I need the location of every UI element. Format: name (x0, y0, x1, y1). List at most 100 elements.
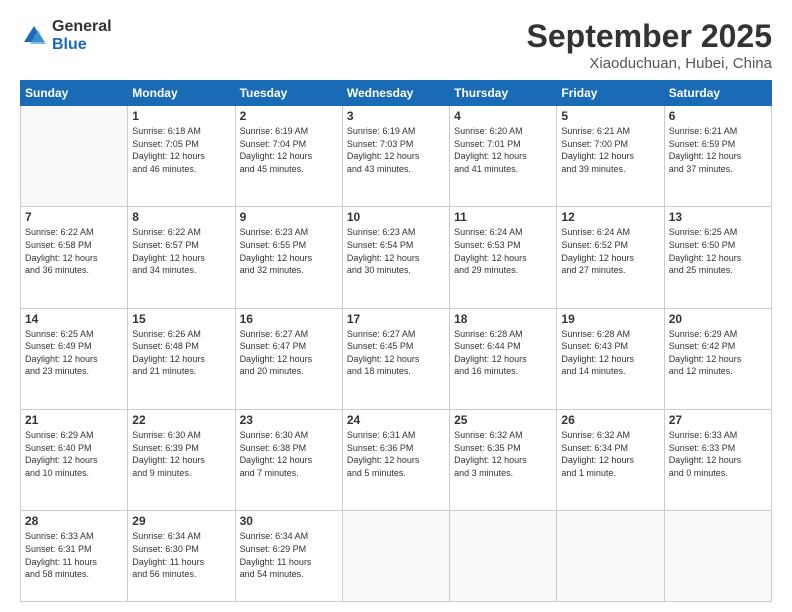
day-info: Sunrise: 6:25 AM Sunset: 6:49 PM Dayligh… (25, 328, 123, 378)
day-number: 8 (132, 210, 230, 224)
calendar-cell: 12 Sunrise: 6:24 AM Sunset: 6:52 PM Dayli… (557, 207, 664, 308)
day-number: 6 (669, 109, 767, 123)
day-number: 23 (240, 413, 338, 427)
day-info: Sunrise: 6:34 AM Sunset: 6:29 PM Dayligh… (240, 530, 338, 580)
weekday-monday: Monday (128, 81, 235, 106)
day-info: Sunrise: 6:28 AM Sunset: 6:43 PM Dayligh… (561, 328, 659, 378)
day-info: Sunrise: 6:22 AM Sunset: 6:57 PM Dayligh… (132, 226, 230, 276)
day-info: Sunrise: 6:23 AM Sunset: 6:54 PM Dayligh… (347, 226, 445, 276)
page: General Blue September 2025 Xiaoduchuan,… (0, 0, 792, 612)
day-number: 11 (454, 210, 552, 224)
day-number: 21 (25, 413, 123, 427)
day-info: Sunrise: 6:24 AM Sunset: 6:53 PM Dayligh… (454, 226, 552, 276)
calendar-cell (342, 511, 449, 602)
logo-icon (20, 22, 48, 50)
calendar-cell: 16 Sunrise: 6:27 AM Sunset: 6:47 PM Dayli… (235, 308, 342, 409)
calendar-cell: 2Sunrise: 6:19 AM Sunset: 7:04 PM Daylig… (235, 106, 342, 207)
calendar-cell: 27Sunrise: 6:33 AM Sunset: 6:33 PM Dayli… (664, 409, 771, 510)
week-row-3: 21 Sunrise: 6:29 AM Sunset: 6:40 PM Dayli… (21, 409, 772, 510)
calendar-cell: 23 Sunrise: 6:30 AM Sunset: 6:38 PM Dayli… (235, 409, 342, 510)
calendar-cell: 1 Sunrise: 6:18 AM Sunset: 7:05 PM Daylig… (128, 106, 235, 207)
logo-blue: Blue (52, 36, 112, 54)
day-number: 5 (561, 109, 659, 123)
day-number: 30 (240, 514, 338, 528)
calendar-cell: 25Sunrise: 6:32 AM Sunset: 6:35 PM Dayli… (450, 409, 557, 510)
calendar-cell: 5 Sunrise: 6:21 AM Sunset: 7:00 PM Daylig… (557, 106, 664, 207)
day-number: 22 (132, 413, 230, 427)
day-info: Sunrise: 6:29 AM Sunset: 6:42 PM Dayligh… (669, 328, 767, 378)
weekday-wednesday: Wednesday (342, 81, 449, 106)
day-info: Sunrise: 6:32 AM Sunset: 6:34 PM Dayligh… (561, 429, 659, 479)
header: General Blue September 2025 Xiaoduchuan,… (20, 18, 772, 72)
calendar-cell: 3 Sunrise: 6:19 AM Sunset: 7:03 PM Daylig… (342, 106, 449, 207)
calendar-cell: 15Sunrise: 6:26 AM Sunset: 6:48 PM Dayli… (128, 308, 235, 409)
logo-general: General (52, 18, 112, 36)
calendar-cell: 28Sunrise: 6:33 AM Sunset: 6:31 PM Dayli… (21, 511, 128, 602)
calendar-cell: 18 Sunrise: 6:28 AM Sunset: 6:44 PM Dayli… (450, 308, 557, 409)
day-info: Sunrise: 6:28 AM Sunset: 6:44 PM Dayligh… (454, 328, 552, 378)
calendar-cell (664, 511, 771, 602)
day-number: 26 (561, 413, 659, 427)
calendar-cell: 6 Sunrise: 6:21 AM Sunset: 6:59 PM Daylig… (664, 106, 771, 207)
calendar-cell: 4 Sunrise: 6:20 AM Sunset: 7:01 PM Daylig… (450, 106, 557, 207)
weekday-friday: Friday (557, 81, 664, 106)
day-number: 4 (454, 109, 552, 123)
calendar-cell (450, 511, 557, 602)
day-number: 19 (561, 312, 659, 326)
calendar-cell: 17 Sunrise: 6:27 AM Sunset: 6:45 PM Dayli… (342, 308, 449, 409)
day-number: 3 (347, 109, 445, 123)
calendar-cell: 30 Sunrise: 6:34 AM Sunset: 6:29 PM Dayli… (235, 511, 342, 602)
calendar-cell: 20 Sunrise: 6:29 AM Sunset: 6:42 PM Dayli… (664, 308, 771, 409)
day-number: 7 (25, 210, 123, 224)
day-info: Sunrise: 6:18 AM Sunset: 7:05 PM Dayligh… (132, 125, 230, 175)
day-info: Sunrise: 6:27 AM Sunset: 6:47 PM Dayligh… (240, 328, 338, 378)
month-title: September 2025 (527, 18, 772, 55)
calendar-cell: 7 Sunrise: 6:22 AM Sunset: 6:58 PM Daylig… (21, 207, 128, 308)
day-info: Sunrise: 6:21 AM Sunset: 7:00 PM Dayligh… (561, 125, 659, 175)
logo-text: General Blue (52, 18, 112, 53)
weekday-sunday: Sunday (21, 81, 128, 106)
calendar-table: SundayMondayTuesdayWednesdayThursdayFrid… (20, 80, 772, 602)
day-number: 18 (454, 312, 552, 326)
calendar-cell: 29Sunrise: 6:34 AM Sunset: 6:30 PM Dayli… (128, 511, 235, 602)
day-number: 13 (669, 210, 767, 224)
logo: General Blue (20, 18, 112, 53)
day-info: Sunrise: 6:32 AM Sunset: 6:35 PM Dayligh… (454, 429, 552, 479)
day-info: Sunrise: 6:19 AM Sunset: 7:03 PM Dayligh… (347, 125, 445, 175)
day-number: 24 (347, 413, 445, 427)
day-number: 9 (240, 210, 338, 224)
day-info: Sunrise: 6:20 AM Sunset: 7:01 PM Dayligh… (454, 125, 552, 175)
day-info: Sunrise: 6:23 AM Sunset: 6:55 PM Dayligh… (240, 226, 338, 276)
week-row-1: 7 Sunrise: 6:22 AM Sunset: 6:58 PM Daylig… (21, 207, 772, 308)
calendar-cell: 22Sunrise: 6:30 AM Sunset: 6:39 PM Dayli… (128, 409, 235, 510)
calendar-cell (557, 511, 664, 602)
day-info: Sunrise: 6:22 AM Sunset: 6:58 PM Dayligh… (25, 226, 123, 276)
day-info: Sunrise: 6:29 AM Sunset: 6:40 PM Dayligh… (25, 429, 123, 479)
day-number: 16 (240, 312, 338, 326)
week-row-0: 1 Sunrise: 6:18 AM Sunset: 7:05 PM Daylig… (21, 106, 772, 207)
day-number: 17 (347, 312, 445, 326)
weekday-header-row: SundayMondayTuesdayWednesdayThursdayFrid… (21, 81, 772, 106)
day-info: Sunrise: 6:21 AM Sunset: 6:59 PM Dayligh… (669, 125, 767, 175)
day-number: 20 (669, 312, 767, 326)
day-info: Sunrise: 6:30 AM Sunset: 6:38 PM Dayligh… (240, 429, 338, 479)
day-info: Sunrise: 6:27 AM Sunset: 6:45 PM Dayligh… (347, 328, 445, 378)
calendar-cell: 10 Sunrise: 6:23 AM Sunset: 6:54 PM Dayli… (342, 207, 449, 308)
day-number: 29 (132, 514, 230, 528)
day-info: Sunrise: 6:33 AM Sunset: 6:33 PM Dayligh… (669, 429, 767, 479)
day-info: Sunrise: 6:25 AM Sunset: 6:50 PM Dayligh… (669, 226, 767, 276)
week-row-4: 28Sunrise: 6:33 AM Sunset: 6:31 PM Dayli… (21, 511, 772, 602)
weekday-saturday: Saturday (664, 81, 771, 106)
calendar-cell: 8 Sunrise: 6:22 AM Sunset: 6:57 PM Daylig… (128, 207, 235, 308)
day-number: 10 (347, 210, 445, 224)
day-number: 12 (561, 210, 659, 224)
calendar-cell: 19 Sunrise: 6:28 AM Sunset: 6:43 PM Dayli… (557, 308, 664, 409)
day-number: 1 (132, 109, 230, 123)
day-number: 28 (25, 514, 123, 528)
title-block: September 2025 Xiaoduchuan, Hubei, China (527, 18, 772, 72)
calendar-cell: 24Sunrise: 6:31 AM Sunset: 6:36 PM Dayli… (342, 409, 449, 510)
day-info: Sunrise: 6:24 AM Sunset: 6:52 PM Dayligh… (561, 226, 659, 276)
day-number: 2 (240, 109, 338, 123)
calendar-cell: 11 Sunrise: 6:24 AM Sunset: 6:53 PM Dayli… (450, 207, 557, 308)
day-number: 15 (132, 312, 230, 326)
